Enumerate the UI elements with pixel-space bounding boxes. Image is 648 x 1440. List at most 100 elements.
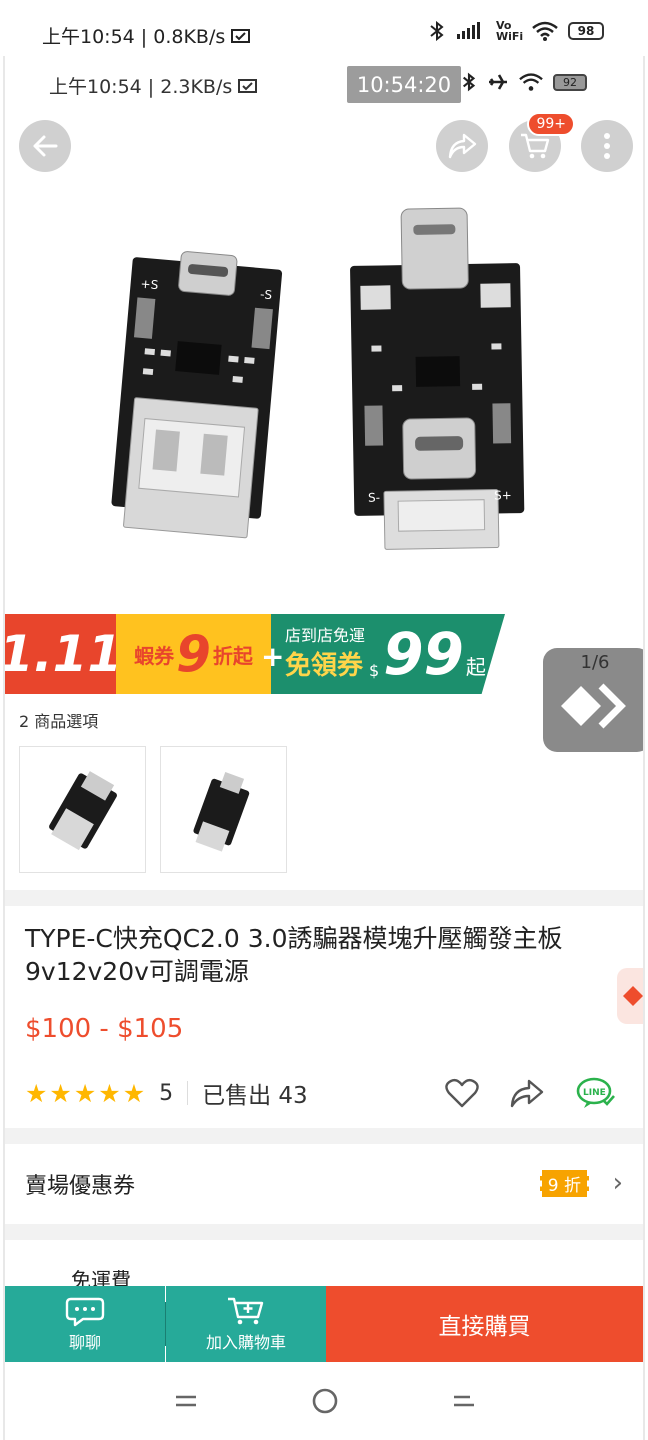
inner-status-icons: 92 bbox=[461, 72, 587, 92]
system-navigation-bar bbox=[5, 1362, 643, 1440]
promo-amount-suffix: 起 bbox=[465, 655, 486, 679]
bottom-action-bar: 聊聊 加入購物車 直接購買 bbox=[5, 1286, 643, 1362]
share-icon bbox=[448, 133, 477, 159]
section-divider bbox=[5, 890, 643, 906]
inner-net-speed: 2.3KB/s bbox=[160, 76, 233, 98]
promo-currency: $ bbox=[369, 661, 380, 680]
vowifi-label: Vo WiFi bbox=[496, 19, 524, 43]
signal-icon bbox=[457, 22, 480, 39]
back-nav-button[interactable] bbox=[449, 1386, 479, 1416]
chat-button[interactable]: 聊聊 bbox=[5, 1286, 165, 1362]
svg-text:S-: S- bbox=[368, 491, 380, 505]
promo-date: 1.11 bbox=[5, 614, 122, 694]
star-icon: ★ bbox=[98, 1078, 121, 1108]
wifi-icon bbox=[532, 21, 558, 41]
next-image-icon bbox=[561, 683, 626, 729]
star-icon: ★ bbox=[122, 1078, 146, 1108]
more-options-button[interactable] bbox=[581, 120, 633, 172]
arrow-left-icon bbox=[33, 135, 58, 157]
diamond-icon bbox=[623, 986, 643, 1006]
home-button[interactable] bbox=[310, 1386, 340, 1416]
bluetooth-icon bbox=[430, 21, 444, 41]
inner-battery-indicator: 92 bbox=[553, 73, 587, 91]
inner-bluetooth-icon bbox=[462, 72, 476, 92]
add-cart-label: 加入購物車 bbox=[205, 1333, 286, 1352]
svg-text:+S: +S bbox=[140, 277, 159, 292]
line-share-icon[interactable]: LINE bbox=[575, 1076, 615, 1110]
promo-discount-suffix: 折起 bbox=[212, 643, 253, 668]
airplane-icon bbox=[489, 74, 507, 90]
shop-coupon-label: 賣場優惠券 bbox=[25, 1174, 136, 1199]
shop-coupon-row[interactable]: 賣場優惠券 9 折 › bbox=[5, 1146, 643, 1222]
coupon-discount-badge: 9 折 bbox=[539, 1170, 589, 1197]
floating-side-widget[interactable] bbox=[617, 968, 643, 1024]
sold-count: 已售出 43 bbox=[202, 1083, 308, 1109]
product-actions: LINE bbox=[445, 1076, 615, 1110]
inner-status-time: 上午10:54 | 2.3KB/s bbox=[49, 72, 258, 99]
promo-discount: 蝦券 9 折起 bbox=[116, 614, 271, 694]
inner-wifi-icon bbox=[519, 73, 543, 91]
buy-now-button[interactable]: 直接購買 bbox=[326, 1286, 643, 1362]
back-lines-icon bbox=[454, 1395, 474, 1407]
promo-free-ship-line: 店到店免運 bbox=[285, 625, 366, 645]
chat-label: 聊聊 bbox=[68, 1333, 101, 1352]
product-main-image[interactable]: +S -S S- S+ bbox=[5, 206, 645, 666]
pcb-board-right-image: S- S+ bbox=[350, 207, 525, 550]
option-image-2 bbox=[193, 771, 250, 852]
svg-text:-S: -S bbox=[260, 287, 273, 302]
heart-icon[interactable] bbox=[445, 1078, 479, 1108]
more-vertical-icon bbox=[604, 133, 610, 159]
gallery-page-count: 1/6 bbox=[580, 652, 610, 673]
option-thumbnail-2[interactable] bbox=[160, 746, 287, 873]
cart-button[interactable]: 99+ bbox=[509, 112, 575, 172]
home-circle-icon bbox=[312, 1388, 338, 1414]
add-to-cart-button[interactable]: 加入購物車 bbox=[166, 1286, 326, 1362]
star-icon: ★ bbox=[25, 1078, 48, 1108]
promo-coupon-prefix: 蝦券 bbox=[134, 643, 175, 668]
system-status-bar: 上午10:54 | 0.8KB/s Vo WiFi 98 bbox=[0, 0, 648, 56]
recents-button[interactable] bbox=[171, 1386, 201, 1416]
promo-discount-number: 9 bbox=[176, 625, 211, 683]
promo-amount: 99 bbox=[383, 620, 464, 688]
notification-check-icon bbox=[231, 29, 251, 43]
star-icon: ★ bbox=[49, 1078, 72, 1108]
rating-stars[interactable]: ★ ★ ★ ★ ★ bbox=[25, 1081, 145, 1106]
cart-count-badge: 99+ bbox=[527, 112, 575, 136]
status-time: 上午10:54 | 0.8KB/s bbox=[42, 22, 251, 49]
battery-indicator: 98 bbox=[568, 22, 604, 40]
share-icon[interactable] bbox=[509, 1078, 545, 1108]
pcb-board-left-image: +S -S bbox=[111, 251, 283, 539]
inner-notification-icon bbox=[238, 79, 258, 93]
chevron-right-icon: › bbox=[612, 1168, 623, 1198]
chat-icon bbox=[65, 1297, 105, 1327]
inner-status-bar: 上午10:54 | 2.3KB/s 10:54:20 92 bbox=[5, 56, 643, 110]
star-icon: ★ bbox=[73, 1078, 97, 1108]
rating-value: 5 bbox=[159, 1080, 174, 1106]
promo-free-ship-coupon: 免領券 bbox=[285, 650, 364, 681]
product-title: TYPE-C快充QC2.0 3.0誘騙器模塊升壓觸發主板9v12v20v可調電源 bbox=[25, 924, 563, 986]
section-divider bbox=[5, 1128, 643, 1144]
option-thumbnail-1[interactable] bbox=[19, 746, 146, 873]
options-label: 2 商品選項 bbox=[19, 712, 99, 731]
option-image-1 bbox=[49, 771, 117, 851]
status-icons: Vo WiFi 98 bbox=[428, 20, 604, 42]
promo-banner[interactable]: 1.11 蝦券 9 折起 店到店免運 免領券 $ 99 起 + bbox=[5, 614, 505, 694]
inner-clock-text: 上午10:54 bbox=[49, 76, 142, 98]
promo-free-ship-text: 店到店免運 免領券 bbox=[285, 625, 366, 682]
section-divider bbox=[5, 1224, 643, 1240]
rating-separator bbox=[187, 1081, 189, 1105]
gallery-pager[interactable]: 1/6 bbox=[543, 648, 643, 752]
svg-text:S+: S+ bbox=[494, 488, 512, 502]
svg-text:LINE: LINE bbox=[583, 1088, 606, 1098]
product-price: $100 - $105 bbox=[25, 1014, 184, 1044]
app-frame: 上午10:54 | 2.3KB/s 10:54:20 92 99+ +S -S … bbox=[3, 56, 645, 1440]
promo-free-shipping: 店到店免運 免領券 $ 99 起 bbox=[271, 614, 505, 694]
menu-lines-icon bbox=[176, 1395, 196, 1407]
back-button[interactable] bbox=[19, 120, 71, 172]
rating-row: ★ ★ ★ ★ ★ 5 已售出 43 LINE bbox=[25, 1076, 625, 1110]
add-cart-icon bbox=[228, 1297, 264, 1325]
screen-recorder-clock: 10:54:20 bbox=[347, 66, 461, 103]
status-clock-text: 上午10:54 bbox=[42, 26, 135, 48]
promo-plus-sign: + bbox=[261, 640, 285, 673]
share-button[interactable] bbox=[436, 120, 488, 172]
